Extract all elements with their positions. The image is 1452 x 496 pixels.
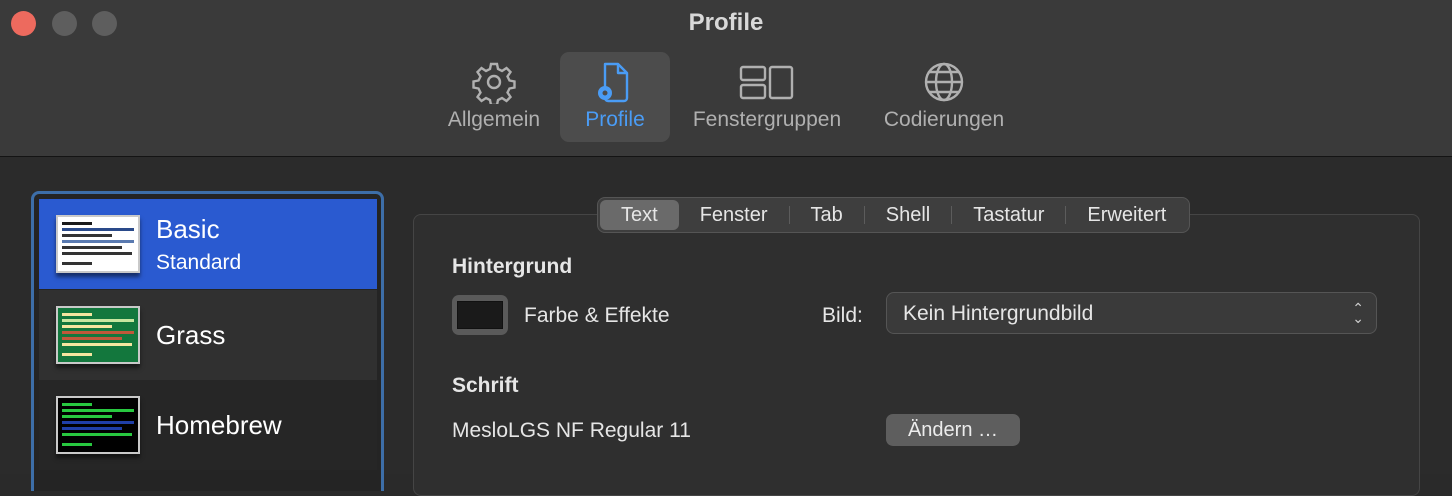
profile-item-grass[interactable]: Grass — [39, 290, 377, 380]
image-label: Bild: — [822, 304, 863, 327]
profile-preview-homebrew — [56, 396, 140, 454]
background-color-well[interactable] — [452, 295, 508, 335]
background-section-title: Hintergrund — [452, 255, 573, 278]
toolbar-codierungen-label: Codierungen — [883, 108, 1005, 131]
tab-erweitert[interactable]: Erweitert — [1066, 200, 1187, 230]
profile-name-grass: Grass — [156, 320, 226, 350]
toolbar-fenstergruppen[interactable]: Fenstergruppen — [682, 52, 852, 142]
content-area: Basic Standard Grass Homebrew Text Fenst… — [0, 157, 1452, 496]
profile-subtitle-basic: Standard — [156, 251, 242, 274]
font-section-title: Schrift — [452, 374, 519, 397]
tab-tastatur[interactable]: Tastatur — [952, 200, 1065, 230]
tab-fenster[interactable]: Fenster — [679, 200, 789, 230]
profile-name-homebrew: Homebrew — [156, 410, 282, 440]
toolbar-fenstergruppen-label: Fenstergruppen — [692, 108, 842, 131]
globe-icon — [924, 62, 964, 102]
tab-shell[interactable]: Shell — [865, 200, 951, 230]
change-font-button[interactable]: Ändern … — [886, 414, 1020, 446]
toolbar-allgemein-label: Allgemein — [447, 108, 541, 131]
window-title: Profile — [688, 9, 764, 36]
window-groups-icon — [739, 65, 794, 100]
toolbar-allgemein[interactable]: Allgemein — [440, 52, 548, 142]
tab-text[interactable]: Text — [600, 200, 679, 230]
background-image-select[interactable]: Kein Hintergrundbild ⌃ ⌄ — [886, 292, 1377, 334]
font-value: MesloLGS NF Regular 11 — [452, 419, 691, 442]
color-effects-label: Farbe & Effekte — [524, 304, 670, 327]
toolbar-codierungen[interactable]: Codierungen — [872, 52, 1016, 142]
document-gear-icon — [598, 62, 629, 103]
profile-item-homebrew[interactable]: Homebrew — [39, 380, 377, 470]
profile-name-basic: Basic — [156, 214, 220, 244]
toolbar-profile-label: Profile — [585, 108, 645, 131]
chevron-updown-icon: ⌃ ⌄ — [1352, 300, 1364, 326]
toolbar-profile[interactable]: Profile — [560, 52, 670, 142]
profile-preview-basic — [56, 215, 140, 273]
color-swatch — [457, 301, 503, 329]
profile-preview-grass — [56, 306, 140, 364]
title-bar: Profile Allgemein Profile Fenstergruppen… — [0, 0, 1452, 157]
settings-tabs: Text Fenster Tab Shell Tastatur Erweiter… — [597, 197, 1191, 233]
background-image-value: Kein Hintergrundbild — [903, 302, 1094, 325]
gear-icon — [472, 62, 516, 104]
tab-tab[interactable]: Tab — [790, 200, 864, 230]
profile-item-basic[interactable]: Basic Standard — [39, 199, 377, 289]
profiles-list[interactable]: Basic Standard Grass Homebrew — [31, 191, 384, 491]
